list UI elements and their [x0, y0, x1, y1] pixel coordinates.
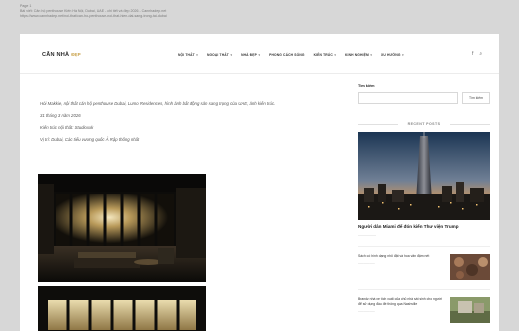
nav-label: NỘI THẤT	[178, 53, 195, 57]
print-header: Page 1 Bài viết: Căn hộ penthouse Kiến H…	[20, 4, 499, 32]
logo-text: CĂN NHÀ	[42, 52, 70, 58]
post-text: Brandz nhà xe tích xuất của chủ nhà sát …	[358, 297, 444, 323]
nav-label: NHÀ ĐẸP	[241, 53, 257, 57]
nav-item-kinh-nghiem[interactable]: KINH NGHIỆM ▾	[345, 53, 372, 57]
list-item: Sách có hình dạng nhỏ đặt và hoa văn đậm…	[358, 246, 490, 281]
facebook-icon[interactable]: f	[472, 51, 473, 57]
search-input[interactable]	[358, 92, 458, 104]
article-location: Vị trí: Dubai, Các tiểu vương quốc Ả Rập…	[40, 137, 140, 142]
nav-label: NGOẠI THẤT	[206, 53, 229, 57]
article-architect: Kiến trúc nội thất: Studioxxk	[40, 125, 94, 130]
post-text: Sách có hình dạng nhỏ đặt và hoa văn đậm…	[358, 254, 444, 280]
thumbnail-graphic	[450, 254, 490, 281]
nav-item-kien-truc[interactable]: KIẾN TRÚC ▾	[314, 53, 336, 57]
site-logo[interactable]: CĂN NHÀ ĐẸP	[42, 52, 81, 58]
chevron-down-icon: ▾	[230, 53, 233, 57]
post-thumbnail[interactable]	[450, 254, 490, 281]
article-date: 31 tháng 3 năm 2026	[40, 113, 81, 118]
nav-label: KIẾN TRÚC	[313, 53, 333, 57]
search-icon[interactable]: ⌕	[479, 51, 482, 57]
interior-photo-graphic	[38, 286, 206, 331]
post-date: ——————	[358, 309, 375, 314]
post-title[interactable]: Brandz nhà xe tích xuất của chủ nhà sát …	[358, 297, 444, 307]
main-nav: NỘI THẤT ▾ NGOẠI THẤT ▾ NHÀ ĐẸP ▾ PHONG CÁC…	[178, 53, 404, 57]
chevron-down-icon: ▾	[370, 53, 372, 57]
featured-post-title[interactable]: Người dân Miami để đón kiến Thư viện Tru…	[358, 224, 490, 230]
nav-item-ngoai-that[interactable]: NGOẠI THẤT ▾	[207, 53, 232, 57]
article-photo-interior-2	[38, 286, 206, 331]
search-button[interactable]: Tìm kiếm	[462, 92, 490, 104]
nav-item-noi-that[interactable]: NỘI THẤT ▾	[178, 53, 198, 57]
chevron-down-icon: ▾	[334, 53, 337, 57]
print-page-url: https://www.cannhadep.net/noi-that/can-h…	[20, 14, 167, 19]
search-form: Tìm kiếm	[358, 92, 490, 104]
nav-label: KINH NGHIỆM	[345, 53, 369, 57]
nav-label: XU HƯỚNG	[381, 53, 401, 57]
chevron-down-icon: ▾	[402, 53, 404, 57]
thumbnail-graphic	[450, 297, 490, 324]
article-intro: Hói Makkie, nội thất căn hộ penthouse Du…	[40, 101, 276, 106]
skyline-photo-graphic	[358, 132, 490, 220]
nav-item-nha-dep[interactable]: NHÀ ĐẸP ▾	[241, 53, 260, 57]
sidebar: Tìm kiếm Tìm kiếm RECENT POSTS Người dân…	[358, 84, 490, 324]
featured-post-date: ——————	[358, 233, 376, 238]
printed-page: CĂN NHÀ ĐẸP NỘI THẤT ▾ NGOẠI THẤT ▾ NHÀ ĐẸ…	[20, 34, 499, 331]
chevron-down-icon: ▾	[258, 53, 261, 57]
featured-post-image[interactable]	[358, 132, 490, 220]
article-body: Hói Makkie, nội thất căn hộ penthouse Du…	[40, 100, 330, 143]
nav-item-phong-cach-song[interactable]: PHONG CÁCH SỐNG	[269, 53, 304, 57]
site-header: CĂN NHÀ ĐẸP NỘI THẤT ▾ NGOẠI THẤT ▾ NHÀ ĐẸ…	[20, 34, 499, 74]
recent-posts-heading: RECENT POSTS	[358, 122, 490, 126]
logo-accent-text: ĐẸP	[71, 52, 81, 57]
post-thumbnail[interactable]	[450, 297, 490, 324]
interior-photo-graphic	[38, 174, 206, 282]
article-photo-interior	[38, 174, 206, 282]
post-title[interactable]: Sách có hình dạng nhỏ đặt và hoa văn đậm…	[358, 254, 444, 259]
nav-item-xu-huong[interactable]: XU HƯỚNG ▾	[381, 53, 404, 57]
search-widget-title: Tìm kiếm	[358, 84, 375, 88]
chevron-down-icon: ▾	[196, 53, 198, 57]
post-date: ——————	[358, 261, 375, 266]
list-item: Brandz nhà xe tích xuất của chủ nhà sát …	[358, 289, 490, 324]
nav-label: PHONG CÁCH SỐNG	[269, 53, 305, 57]
header-tools: f ⌕	[472, 51, 482, 57]
